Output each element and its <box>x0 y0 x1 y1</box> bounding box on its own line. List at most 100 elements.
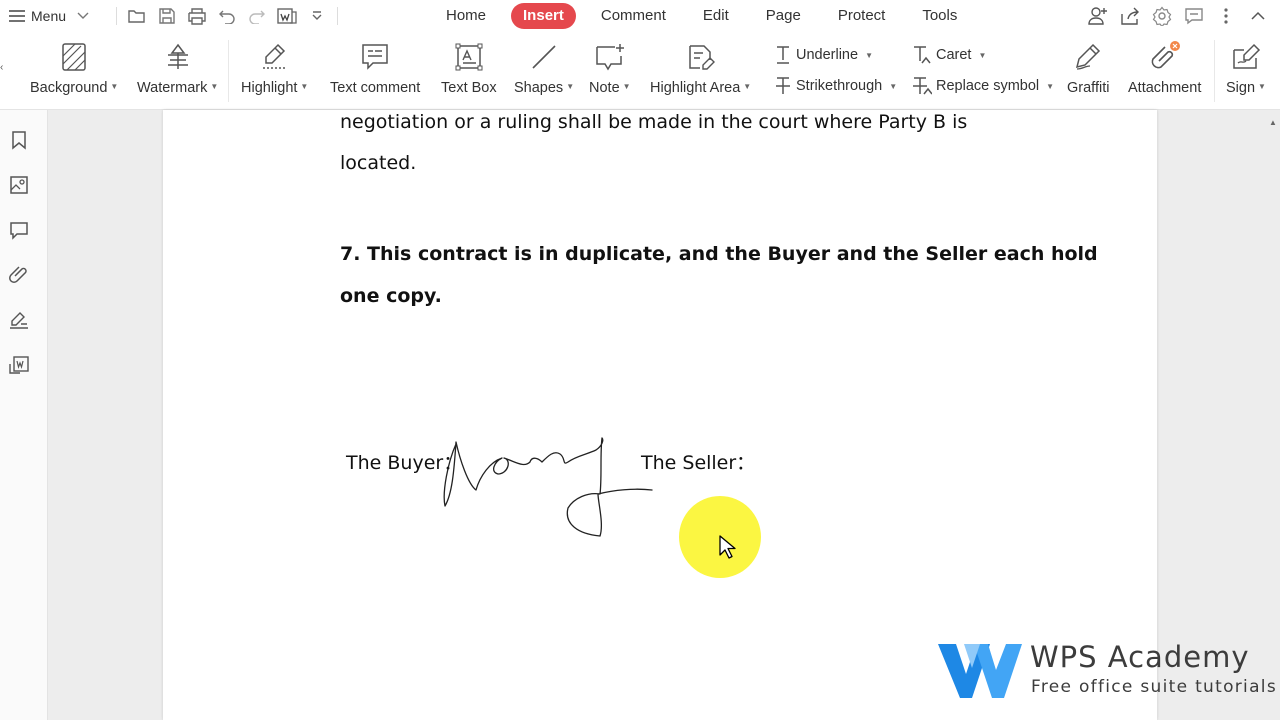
highlighter-icon <box>258 40 292 74</box>
wps-academy-logo <box>938 644 1022 698</box>
settings-icon[interactable] <box>1150 4 1174 28</box>
tab-home[interactable]: Home <box>434 3 498 29</box>
highlight-area-icon <box>684 40 718 74</box>
wps-academy-title: WPS Academy <box>1030 640 1250 674</box>
text-box-icon <box>452 40 486 74</box>
background-button[interactable]: Background ▼ <box>30 40 118 96</box>
menu-button[interactable]: Menu <box>8 5 89 27</box>
customize-dropdown-icon[interactable] <box>305 4 329 28</box>
hamburger-icon <box>9 10 25 22</box>
document-page[interactable]: negotiation or a ruling shall be made in… <box>163 110 1157 720</box>
handwritten-signature[interactable] <box>438 432 658 542</box>
feedback-icon[interactable] <box>1182 4 1206 28</box>
comment-icon[interactable] <box>8 219 30 241</box>
caret-button[interactable]: Caret ▼ <box>912 45 986 65</box>
insert-ribbon: ‹ Background ▼ Watermark ▼ Highlight ▼ Text… <box>0 32 1280 110</box>
graffiti-button[interactable]: Graffiti <box>1067 40 1109 96</box>
underline-button[interactable]: Underline ▼ <box>774 45 873 65</box>
note-icon <box>593 40 627 74</box>
attachment-label: Attachment <box>1128 80 1202 96</box>
caret-down-icon: ▼ <box>1046 81 1055 91</box>
pen-icon <box>1071 40 1105 74</box>
caret-insert-icon <box>914 46 931 64</box>
shapes-button[interactable]: Shapes ▼ <box>514 40 574 96</box>
strikethrough-icon <box>776 77 790 94</box>
background-icon <box>57 40 91 74</box>
seller-label: The Seller： <box>641 452 756 474</box>
caret-down-icon: ▼ <box>743 82 752 91</box>
window-actions <box>1086 4 1270 28</box>
watermark-icon <box>161 40 195 74</box>
tab-insert[interactable]: Insert <box>511 3 576 29</box>
sign-button[interactable]: Sign ▼ <box>1226 40 1266 96</box>
watermark-label: Watermark <box>137 80 208 96</box>
vertical-scrollbar[interactable]: ▲ <box>1266 110 1280 720</box>
sign-icon <box>1229 40 1263 74</box>
divider <box>116 7 117 25</box>
background-label: Background <box>30 80 108 96</box>
shapes-label: Shapes <box>514 80 564 96</box>
divider <box>337 7 338 25</box>
top-menu-bar: Menu Home Insert Comment Edit Page Prote… <box>0 0 1280 32</box>
text-box-label: Text Box <box>441 80 497 96</box>
replace-symbol-label: Replace symbol <box>936 78 1040 94</box>
undo-icon[interactable] <box>215 4 239 28</box>
caret-down-icon: ▼ <box>978 50 987 60</box>
convert-icon[interactable] <box>8 354 30 376</box>
tab-comment[interactable]: Comment <box>589 3 678 29</box>
left-sidebar <box>0 110 48 720</box>
redo-icon[interactable] <box>245 4 269 28</box>
text-box-button[interactable]: Text Box <box>441 40 497 96</box>
strikethrough-label: Strikethrough <box>796 78 883 94</box>
text-comment-button[interactable]: Text comment <box>330 40 420 96</box>
sign-label: Sign <box>1226 80 1256 96</box>
caret-down-icon: ▼ <box>210 82 219 91</box>
print-icon[interactable] <box>185 4 209 28</box>
highlight-label: Highlight <box>241 80 298 96</box>
attachment-button[interactable]: Attachment <box>1128 40 1201 96</box>
caret-down-icon: ▼ <box>566 82 575 91</box>
signature-icon[interactable] <box>8 309 30 331</box>
replace-symbol-button[interactable]: Replace symbol ▼ <box>912 76 1054 96</box>
collapse-icon[interactable] <box>1246 4 1270 28</box>
caret-down-icon: ▼ <box>1258 82 1266 91</box>
highlight-area-button[interactable]: Highlight Area ▼ <box>650 40 751 96</box>
note-button[interactable]: Note ▼ <box>589 40 631 96</box>
caret-down-icon: ▼ <box>622 82 631 91</box>
tab-page[interactable]: Page <box>754 3 813 29</box>
bookmark-icon[interactable] <box>8 129 30 151</box>
tab-tools[interactable]: Tools <box>910 3 969 29</box>
caret-down-icon: ▼ <box>110 82 119 91</box>
attachment-icon[interactable] <box>8 263 30 285</box>
underline-icon <box>777 46 789 64</box>
wps-academy-subtitle: Free office suite tutorials <box>1031 677 1277 697</box>
ribbon-scroll-left-icon[interactable]: ‹ <box>0 62 3 73</box>
quick-access-toolbar <box>114 4 340 28</box>
mouse-cursor-icon <box>719 535 736 559</box>
tab-edit[interactable]: Edit <box>691 3 741 29</box>
tab-protect[interactable]: Protect <box>826 3 898 29</box>
image-icon[interactable] <box>8 174 30 196</box>
divider <box>1214 40 1215 102</box>
text-comment-label: Text comment <box>330 80 421 96</box>
add-user-icon[interactable] <box>1086 4 1110 28</box>
paragraph-line: located. <box>340 152 417 174</box>
highlight-button[interactable]: Highlight ▼ <box>241 40 308 96</box>
export-to-word-icon[interactable] <box>275 4 299 28</box>
caret-label: Caret <box>936 47 972 63</box>
share-icon[interactable] <box>1118 4 1142 28</box>
save-icon[interactable] <box>155 4 179 28</box>
more-icon[interactable] <box>1214 4 1238 28</box>
caret-down-icon: ▼ <box>300 82 309 91</box>
strikethrough-button[interactable]: Strikethrough ▼ <box>774 76 897 96</box>
chevron-down-icon <box>77 12 89 19</box>
line-shape-icon <box>527 40 561 74</box>
underline-label: Underline <box>796 47 859 63</box>
watermark-button[interactable]: Watermark ▼ <box>137 40 218 96</box>
open-folder-icon[interactable] <box>125 4 149 28</box>
clause-7-line: one copy. <box>340 285 442 307</box>
scroll-up-icon[interactable]: ▲ <box>1269 118 1277 127</box>
paragraph-line: negotiation or a ruling shall be made in… <box>340 111 968 133</box>
menu-label: Menu <box>31 8 67 24</box>
caret-down-icon: ▼ <box>865 50 873 60</box>
